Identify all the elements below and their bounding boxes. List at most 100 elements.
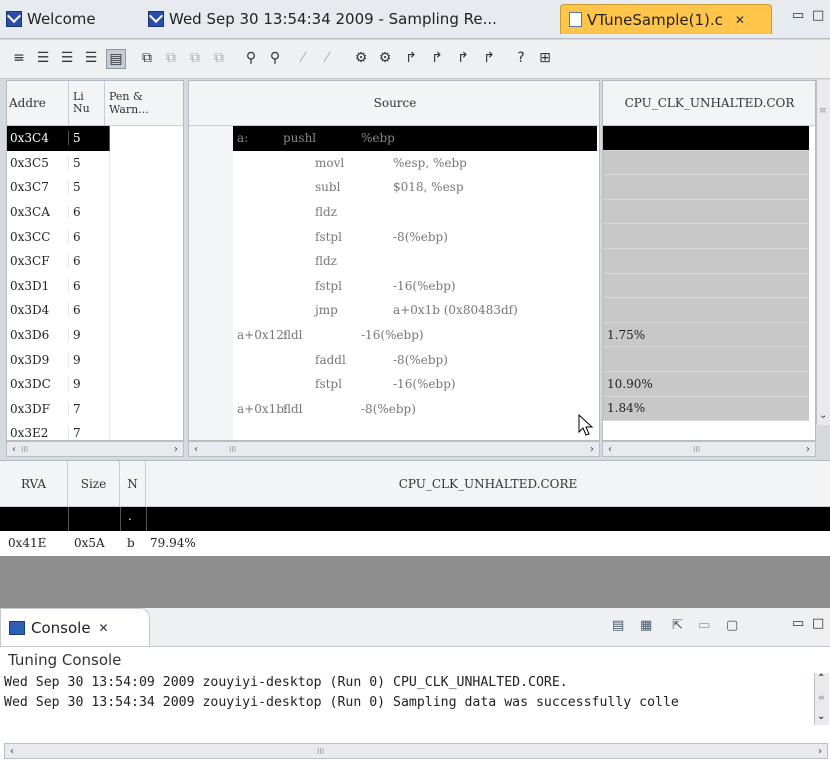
tab-sampling-results[interactable]: Wed Sep 30 13:54:34 2009 - Sampling Re..… <box>148 4 497 34</box>
display-console-icon[interactable]: ▭ <box>698 618 710 633</box>
goto3-icon[interactable]: ↱ <box>454 49 472 67</box>
down-arrow-icon[interactable]: ⁄ <box>318 49 336 67</box>
source-scroll-right-icon[interactable]: › <box>585 442 599 456</box>
col-address-header[interactable]: Addre <box>7 81 69 126</box>
col-line-header[interactable]: Li Nu <box>69 81 105 126</box>
address-row[interactable]: 0x3CF 6 <box>7 249 183 274</box>
source-line[interactable]: fstpl -16(%ebp) <box>233 274 597 299</box>
col-rva-header[interactable]: RVA <box>0 461 68 507</box>
open-console-icon[interactable]: ▢ <box>726 618 738 633</box>
console-scroll-down-icon[interactable]: ⌄ <box>817 711 825 722</box>
metric-scroll-right-icon[interactable]: › <box>801 442 815 456</box>
vscroll-down-icon[interactable]: ⌄ <box>819 410 827 421</box>
metric-row[interactable] <box>603 126 809 151</box>
address-row[interactable]: 0x3D4 6 <box>7 298 183 323</box>
col-size-header[interactable]: Size <box>68 461 120 507</box>
function-row[interactable]: 0x41E 0x5A b 79.94% <box>0 531 830 555</box>
source-line[interactable]: fstpl -8(%ebp) <box>233 224 597 249</box>
metric-hscroll[interactable]: ‹ III › <box>602 441 816 457</box>
console-maximize-icon[interactable]: □ <box>812 616 824 631</box>
console-scroll-left-icon[interactable]: ‹ <box>5 744 19 758</box>
function-row-selected[interactable]: . <box>0 507 830 531</box>
source-line[interactable]: a+0x1b: fldl -8(%ebp) <box>233 397 597 422</box>
source-line[interactable]: faddl -8(%ebp) <box>233 347 597 372</box>
address-row[interactable]: 0x3D6 9 <box>7 322 183 348</box>
console-minimize-icon[interactable]: ▭ <box>792 616 804 631</box>
metric-row[interactable] <box>603 273 809 299</box>
metric-row[interactable] <box>603 175 809 200</box>
filter3-icon[interactable]: ⧉ <box>186 49 204 67</box>
up-arrow-icon[interactable]: ⁄ <box>294 49 312 67</box>
branch-icon[interactable]: ⚲ <box>242 49 260 67</box>
scroll-lock-icon[interactable]: ▦ <box>640 618 652 633</box>
metric-scroll-left-icon[interactable]: ‹ <box>603 442 617 456</box>
address-row[interactable]: 0x3CA 6 <box>7 199 183 225</box>
metric-vscroll[interactable]: ≡ ⌄ <box>816 80 830 425</box>
address-row[interactable]: 0x3C5 5 <box>7 150 183 176</box>
address-row[interactable]: 0x3C4 5 <box>7 126 183 151</box>
metric-row[interactable] <box>603 150 809 176</box>
address-row[interactable]: 0x3DC 9 <box>7 372 183 397</box>
tab-welcome[interactable]: Welcome <box>6 4 96 34</box>
console-vscroll[interactable]: ⌃ ≡ ⌄ <box>814 673 829 725</box>
metric-row[interactable] <box>603 298 809 323</box>
col-n-header[interactable]: N <box>120 461 146 507</box>
hotspot-next-icon[interactable]: ⚙ <box>376 49 394 67</box>
address-row[interactable]: 0x3E2 7 <box>7 421 183 440</box>
console-scroll-up-icon[interactable]: ⌃ <box>817 673 825 684</box>
address-row[interactable]: 0x3C7 5 <box>7 175 183 200</box>
metric-row[interactable] <box>603 347 809 372</box>
address-row[interactable]: 0x3CC 6 <box>7 224 183 249</box>
tab-vtunesample[interactable]: VTuneSample(1).c ✕ <box>560 4 772 34</box>
metric-row[interactable] <box>603 199 809 225</box>
minimize-icon[interactable]: ▭ <box>792 8 804 23</box>
goto2-icon[interactable]: ↱ <box>428 49 446 67</box>
source-view-icon[interactable]: ▤ <box>106 49 126 69</box>
tab-console[interactable]: Console ✕ <box>0 608 150 646</box>
settings-icon[interactable]: ⊞ <box>536 49 554 67</box>
indent-icon[interactable]: ☰ <box>34 49 52 67</box>
source-line[interactable]: jmp a+0x1b (0x80483df) <box>233 298 597 323</box>
close-tab-icon[interactable]: ✕ <box>735 13 745 27</box>
metric-row[interactable] <box>603 224 809 249</box>
maximize-icon[interactable]: □ <box>812 8 824 23</box>
console-close-icon[interactable]: ✕ <box>99 621 109 635</box>
col-warning-header[interactable]: Pen & Warn... <box>105 81 183 126</box>
source-line[interactable]: fldz <box>233 200 597 225</box>
pin-console-icon[interactable]: ⇱ <box>672 618 683 633</box>
clear-console-icon[interactable]: ▤ <box>612 618 624 633</box>
metric-row[interactable]: 1.75% <box>603 322 809 348</box>
goto-icon[interactable]: ↱ <box>402 49 420 67</box>
call-icon[interactable]: ⚲ <box>266 49 284 67</box>
metric-row[interactable]: 10.90% <box>603 372 809 397</box>
scroll-left-icon[interactable]: ‹ <box>7 442 21 456</box>
address-row[interactable]: 0x3D9 9 <box>7 347 183 372</box>
filter4-icon[interactable]: ⧉ <box>210 49 228 67</box>
filter-icon[interactable]: ⧉ <box>138 49 156 67</box>
goto4-icon[interactable]: ↱ <box>480 49 498 67</box>
hotspot-prev-icon[interactable]: ⚙ <box>352 49 370 67</box>
metric-row[interactable] <box>603 249 809 274</box>
address-hscroll[interactable]: ‹ III › <box>6 441 184 457</box>
address-row[interactable]: 0x3D1 6 <box>7 273 183 299</box>
col-cpu-header[interactable]: CPU_CLK_UNHALTED.CORE <box>146 461 830 507</box>
source-line[interactable]: subl $018, %esp <box>233 175 597 200</box>
source-line[interactable]: a+0x12: fldl -16(%ebp) <box>233 323 597 348</box>
help-icon[interactable]: ? <box>512 49 530 67</box>
outdent-icon[interactable]: ☰ <box>82 49 100 67</box>
console-scroll-right-icon[interactable]: › <box>813 744 827 758</box>
scroll-right-icon[interactable]: › <box>169 442 183 456</box>
console-hscroll[interactable]: ‹ III › <box>4 743 828 759</box>
list-icon[interactable]: ≡ <box>10 49 28 67</box>
source-line[interactable]: fldz <box>233 249 597 274</box>
source-line[interactable]: a: pushl %ebp <box>233 126 597 151</box>
source-line[interactable]: movl %esp, %ebp <box>233 151 597 176</box>
address-row[interactable]: 0x3DF 7 <box>7 396 183 422</box>
source-header[interactable]: Source <box>189 81 599 126</box>
source-scroll-left-icon[interactable]: ‹ <box>189 442 203 456</box>
metric-header[interactable]: CPU_CLK_UNHALTED.COR <box>603 81 815 126</box>
metric-row[interactable]: 1.84% <box>603 396 809 422</box>
indent2-icon[interactable]: ☰ <box>58 49 76 67</box>
source-hscroll[interactable]: ‹ III › <box>188 441 600 457</box>
filter2-icon[interactable]: ⧉ <box>162 49 180 67</box>
